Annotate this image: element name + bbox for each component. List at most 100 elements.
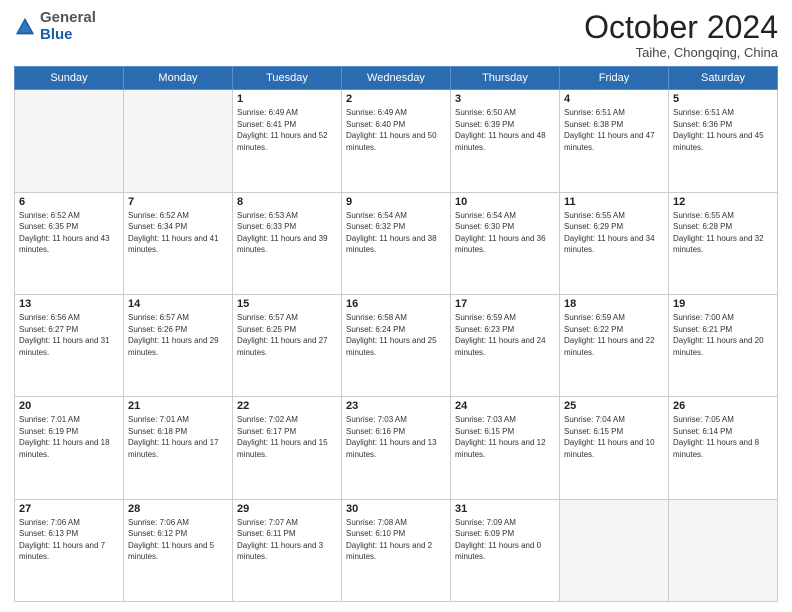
day-info: Sunrise: 6:59 AM Sunset: 6:23 PM Dayligh…: [455, 312, 555, 358]
day-cell: 29 Sunrise: 7:07 AM Sunset: 6:11 PM Dayli…: [233, 499, 342, 601]
week-row-5: 27Sunrise: 7:06 AM Sunset: 6:13 PM Dayli…: [15, 499, 778, 601]
logo-text: General Blue: [40, 10, 96, 43]
day-cell: 12 Sunrise: 6:55 AM Sunset: 6:28 PM Dayli…: [669, 192, 778, 294]
weekday-header-sunday: Sunday: [15, 67, 124, 90]
day-cell: [15, 90, 124, 192]
day-cell: 10 Sunrise: 6:54 AM Sunset: 6:30 PM Dayli…: [451, 192, 560, 294]
day-number: 29: [237, 503, 337, 515]
day-info: Sunrise: 6:51 AM Sunset: 6:36 PM Dayligh…: [673, 107, 773, 153]
header: General Blue October 2024 Taihe, Chongqi…: [14, 10, 778, 60]
weekday-header-monday: Monday: [124, 67, 233, 90]
page: General Blue October 2024 Taihe, Chongqi…: [0, 0, 792, 612]
day-cell: 26Sunrise: 7:05 AM Sunset: 6:14 PM Dayli…: [669, 397, 778, 499]
day-info: Sunrise: 6:55 AM Sunset: 6:28 PM Dayligh…: [673, 210, 773, 256]
day-number: 1: [237, 93, 337, 105]
day-info: Sunrise: 6:55 AM Sunset: 6:29 PM Dayligh…: [564, 210, 664, 256]
day-cell: 17Sunrise: 6:59 AM Sunset: 6:23 PM Dayli…: [451, 294, 560, 396]
day-cell: 21 Sunrise: 7:01 AM Sunset: 6:18 PM Dayli…: [124, 397, 233, 499]
day-cell: 25 Sunrise: 7:04 AM Sunset: 6:15 PM Dayli…: [560, 397, 669, 499]
day-info: Sunrise: 6:59 AM Sunset: 6:22 PM Dayligh…: [564, 312, 664, 358]
day-info: Sunrise: 7:03 AM Sunset: 6:16 PM Dayligh…: [346, 414, 446, 460]
day-info: Sunrise: 7:01 AM Sunset: 6:18 PM Dayligh…: [128, 414, 228, 460]
day-number: 26: [673, 400, 773, 412]
day-number: 16: [346, 298, 446, 310]
day-number: 18: [564, 298, 664, 310]
weekday-header-friday: Friday: [560, 67, 669, 90]
day-info: Sunrise: 7:02 AM Sunset: 6:17 PM Dayligh…: [237, 414, 337, 460]
day-number: 10: [455, 196, 555, 208]
weekday-header-tuesday: Tuesday: [233, 67, 342, 90]
day-number: 30: [346, 503, 446, 515]
day-number: 31: [455, 503, 555, 515]
week-row-4: 20Sunrise: 7:01 AM Sunset: 6:19 PM Dayli…: [15, 397, 778, 499]
day-number: 11: [564, 196, 664, 208]
week-row-3: 13 Sunrise: 6:56 AM Sunset: 6:27 PM Dayli…: [15, 294, 778, 396]
day-info: Sunrise: 6:52 AM Sunset: 6:34 PM Dayligh…: [128, 210, 228, 256]
day-number: 12: [673, 196, 773, 208]
day-cell: 27Sunrise: 7:06 AM Sunset: 6:13 PM Dayli…: [15, 499, 124, 601]
day-info: Sunrise: 6:53 AM Sunset: 6:33 PM Dayligh…: [237, 210, 337, 256]
day-info: Sunrise: 6:54 AM Sunset: 6:30 PM Dayligh…: [455, 210, 555, 256]
day-info: Sunrise: 6:57 AM Sunset: 6:26 PM Dayligh…: [128, 312, 228, 358]
day-cell: 20Sunrise: 7:01 AM Sunset: 6:19 PM Dayli…: [15, 397, 124, 499]
day-number: 9: [346, 196, 446, 208]
day-number: 23: [346, 400, 446, 412]
logo-icon: [14, 16, 36, 38]
day-cell: 8 Sunrise: 6:53 AM Sunset: 6:33 PM Daylig…: [233, 192, 342, 294]
day-info: Sunrise: 6:49 AM Sunset: 6:40 PM Dayligh…: [346, 107, 446, 153]
day-cell: [124, 90, 233, 192]
day-cell: 13 Sunrise: 6:56 AM Sunset: 6:27 PM Dayli…: [15, 294, 124, 396]
day-number: 24: [455, 400, 555, 412]
day-cell: [560, 499, 669, 601]
calendar-table: SundayMondayTuesdayWednesdayThursdayFrid…: [14, 66, 778, 602]
day-cell: 5 Sunrise: 6:51 AM Sunset: 6:36 PM Daylig…: [669, 90, 778, 192]
day-cell: 19 Sunrise: 7:00 AM Sunset: 6:21 PM Dayli…: [669, 294, 778, 396]
day-number: 21: [128, 400, 228, 412]
day-number: 8: [237, 196, 337, 208]
day-info: Sunrise: 7:08 AM Sunset: 6:10 PM Dayligh…: [346, 517, 446, 563]
day-info: Sunrise: 7:06 AM Sunset: 6:12 PM Dayligh…: [128, 517, 228, 563]
day-number: 13: [19, 298, 119, 310]
day-number: 25: [564, 400, 664, 412]
day-cell: 1 Sunrise: 6:49 AM Sunset: 6:41 PM Daylig…: [233, 90, 342, 192]
day-number: 22: [237, 400, 337, 412]
day-number: 5: [673, 93, 773, 105]
day-cell: 11 Sunrise: 6:55 AM Sunset: 6:29 PM Dayli…: [560, 192, 669, 294]
day-info: Sunrise: 6:56 AM Sunset: 6:27 PM Dayligh…: [19, 312, 119, 358]
day-number: 14: [128, 298, 228, 310]
day-cell: 30 Sunrise: 7:08 AM Sunset: 6:10 PM Dayli…: [342, 499, 451, 601]
weekday-header-saturday: Saturday: [669, 67, 778, 90]
day-cell: 6 Sunrise: 6:52 AM Sunset: 6:35 PM Daylig…: [15, 192, 124, 294]
day-cell: 3Sunrise: 6:50 AM Sunset: 6:39 PM Daylig…: [451, 90, 560, 192]
day-info: Sunrise: 6:58 AM Sunset: 6:24 PM Dayligh…: [346, 312, 446, 358]
day-info: Sunrise: 6:57 AM Sunset: 6:25 PM Dayligh…: [237, 312, 337, 358]
day-number: 28: [128, 503, 228, 515]
day-cell: 31Sunrise: 7:09 AM Sunset: 6:09 PM Dayli…: [451, 499, 560, 601]
day-cell: 18 Sunrise: 6:59 AM Sunset: 6:22 PM Dayli…: [560, 294, 669, 396]
day-number: 4: [564, 93, 664, 105]
location-subtitle: Taihe, Chongqing, China: [584, 45, 778, 60]
day-cell: 2 Sunrise: 6:49 AM Sunset: 6:40 PM Daylig…: [342, 90, 451, 192]
logo-blue-text: Blue: [40, 26, 73, 43]
day-info: Sunrise: 6:52 AM Sunset: 6:35 PM Dayligh…: [19, 210, 119, 256]
day-number: 19: [673, 298, 773, 310]
day-info: Sunrise: 7:03 AM Sunset: 6:15 PM Dayligh…: [455, 414, 555, 460]
title-block: October 2024 Taihe, Chongqing, China: [584, 10, 778, 60]
day-number: 20: [19, 400, 119, 412]
day-number: 6: [19, 196, 119, 208]
day-cell: 15Sunrise: 6:57 AM Sunset: 6:25 PM Dayli…: [233, 294, 342, 396]
day-cell: [669, 499, 778, 601]
day-cell: 24 Sunrise: 7:03 AM Sunset: 6:15 PM Dayli…: [451, 397, 560, 499]
day-info: Sunrise: 6:49 AM Sunset: 6:41 PM Dayligh…: [237, 107, 337, 153]
day-cell: 16 Sunrise: 6:58 AM Sunset: 6:24 PM Dayli…: [342, 294, 451, 396]
day-cell: 4Sunrise: 6:51 AM Sunset: 6:38 PM Daylig…: [560, 90, 669, 192]
day-cell: 28 Sunrise: 7:06 AM Sunset: 6:12 PM Dayli…: [124, 499, 233, 601]
day-info: Sunrise: 7:04 AM Sunset: 6:15 PM Dayligh…: [564, 414, 664, 460]
day-cell: 14 Sunrise: 6:57 AM Sunset: 6:26 PM Dayli…: [124, 294, 233, 396]
day-cell: 9Sunrise: 6:54 AM Sunset: 6:32 PM Daylig…: [342, 192, 451, 294]
day-info: Sunrise: 7:07 AM Sunset: 6:11 PM Dayligh…: [237, 517, 337, 563]
day-number: 2: [346, 93, 446, 105]
day-info: Sunrise: 7:00 AM Sunset: 6:21 PM Dayligh…: [673, 312, 773, 358]
day-info: Sunrise: 6:50 AM Sunset: 6:39 PM Dayligh…: [455, 107, 555, 153]
weekday-header-wednesday: Wednesday: [342, 67, 451, 90]
